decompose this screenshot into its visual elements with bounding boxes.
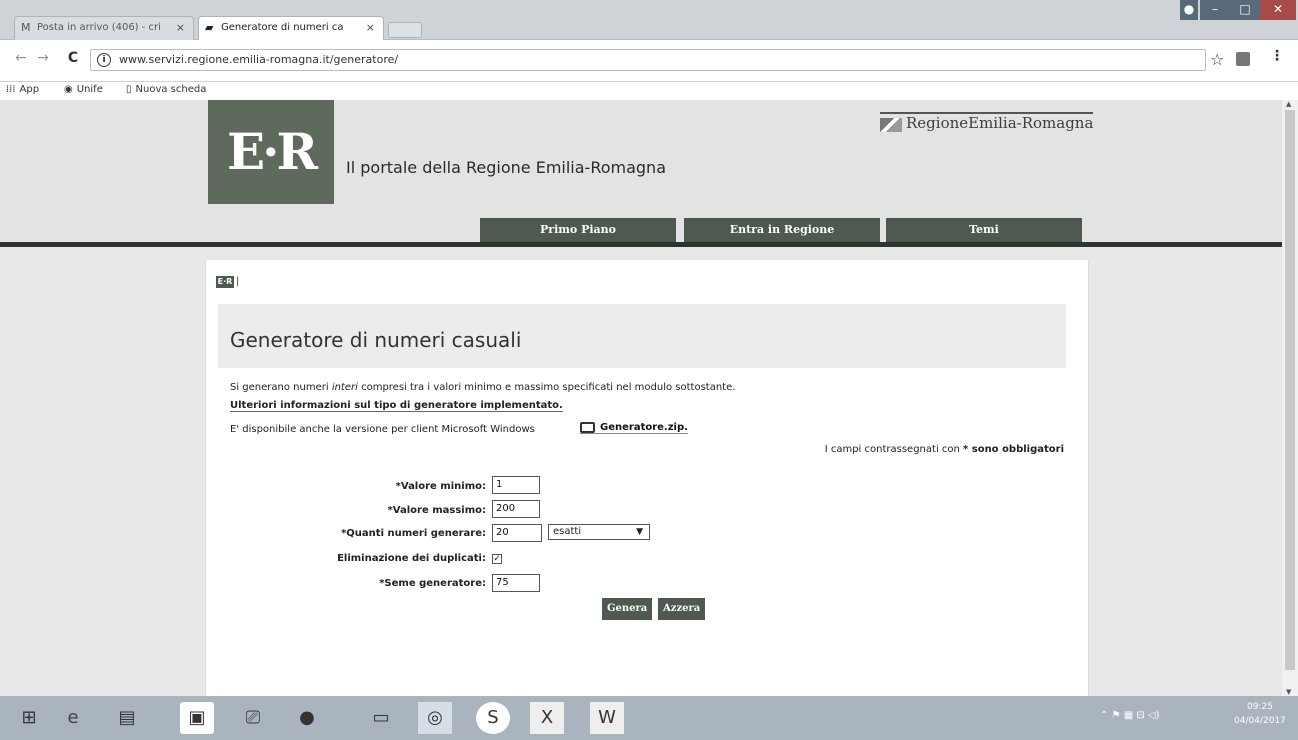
count-input[interactable]: 20: [492, 524, 542, 542]
generate-button[interactable]: Genera: [602, 598, 653, 620]
user-profile-icon[interactable]: ●: [1180, 0, 1198, 20]
file-manager-icon[interactable]: ▤: [110, 702, 144, 734]
dedup-checkbox[interactable]: ✓: [492, 554, 502, 564]
breadcrumb-separator: |: [236, 276, 240, 287]
browser-titlebar: M Posta in arrivo (406) - cri × ▰ Genera…: [0, 0, 1298, 40]
back-arrow-icon[interactable]: ←: [12, 48, 30, 68]
dropdown-arrow-icon: ▼: [636, 527, 643, 537]
page-scrollbar[interactable]: ▲ ▼: [1282, 100, 1298, 696]
url-text[interactable]: www.servizi.regione.emilia-romagna.it/ge…: [119, 53, 398, 66]
required-note-bold: * sono obbligatori: [963, 444, 1064, 455]
browser-menu-icon[interactable]: ⋮: [1270, 48, 1284, 64]
max-value-input[interactable]: 200: [492, 500, 540, 518]
taskbar: ⊞ e ▤ ▣ ⎚ ● ▭ ◎ S X W ⌃ ⚑ ▦ ⊟ ◁) 09:25 0…: [0, 696, 1298, 740]
download-zip-link[interactable]: Generatore.zip.: [580, 422, 688, 434]
browser-toolbar: ← → C i www.servizi.regione.emilia-romag…: [0, 40, 1298, 82]
nav-primo-piano[interactable]: Primo Piano: [480, 218, 676, 242]
extension-icon[interactable]: [1236, 52, 1250, 66]
bookmark-unife[interactable]: ◉ Unife: [64, 84, 103, 95]
minimize-button[interactable]: –: [1200, 0, 1230, 20]
description-text: Si generano numeri: [230, 382, 332, 393]
file-explorer-icon[interactable]: ▭: [364, 702, 398, 734]
reset-button[interactable]: Azzera: [658, 598, 706, 620]
portal-title: Il portale della Regione Emilia-Romagna: [346, 158, 666, 177]
bookmark-label: Nuova scheda: [135, 84, 207, 95]
apps-grid-icon: ⁞⁞⁞: [6, 84, 16, 95]
tab-gmail[interactable]: M Posta in arrivo (406) - cri ×: [14, 16, 194, 40]
region-logo-text: RegioneEmilia-Romagna: [906, 114, 1094, 132]
count-mode-value: esatti: [553, 526, 582, 537]
seed-label: *Seme generatore:: [379, 578, 486, 589]
address-bar[interactable]: i www.servizi.regione.emilia-romagna.it/…: [90, 49, 1206, 71]
tab-label: Generatore di numeri ca: [221, 22, 344, 33]
media-player-icon[interactable]: ●: [290, 702, 324, 734]
nav-entra-in-regione[interactable]: Entra in Regione: [684, 218, 880, 242]
page-icon: ▯: [126, 84, 132, 95]
clock[interactable]: 09:25 04/04/2017: [1234, 700, 1286, 728]
scrollbar-thumb[interactable]: [1285, 110, 1295, 670]
tab-generatore[interactable]: ▰ Generatore di numeri ca ×: [198, 16, 384, 40]
bookmark-star-icon[interactable]: ☆: [1210, 50, 1224, 69]
bookmark-label: Unife: [76, 84, 103, 95]
required-note-text: I campi contrassegnati con: [824, 444, 964, 455]
tab-label: Posta in arrivo (406) - cri: [37, 22, 161, 33]
bookmark-label: App: [19, 84, 40, 95]
max-value-label: *Valore massimo:: [387, 505, 486, 516]
gmail-icon: M: [21, 21, 31, 34]
min-value-input[interactable]: 1: [492, 476, 540, 494]
er-favicon-icon: ▰: [205, 21, 214, 34]
word-icon[interactable]: W: [590, 702, 624, 734]
unife-icon: ◉: [64, 84, 73, 95]
excel-icon[interactable]: X: [530, 702, 564, 734]
scroll-up-icon[interactable]: ▲: [1286, 100, 1291, 108]
scroll-down-icon[interactable]: ▼: [1286, 688, 1291, 696]
zip-link-label: Generatore.zip.: [600, 422, 688, 433]
site-header: E·R Il portale della Regione Emilia-Roma…: [0, 100, 1282, 242]
description-text: compresi tra i valori minimo e massimo s…: [357, 382, 736, 393]
web-page: E·R Il portale della Regione Emilia-Roma…: [0, 100, 1282, 696]
skype-icon[interactable]: S: [476, 702, 510, 734]
count-label: *Quanti numeri generare:: [341, 528, 486, 539]
info-icon[interactable]: i: [97, 53, 111, 67]
description-emphasis: interi: [331, 382, 358, 393]
bookmarks-bar: ⁞⁞⁞ App ◉ Unife ▯ Nuova scheda: [0, 82, 1298, 100]
dedup-label: Eliminazione dei duplicati:: [337, 553, 486, 564]
store-icon[interactable]: ▣: [180, 702, 214, 734]
main-content: E·R | Generatore di numeri casuali Si ge…: [205, 260, 1089, 696]
header-divider: [0, 242, 1282, 247]
more-info-link[interactable]: Ulteriori informazioni sul tipo di gener…: [230, 400, 563, 412]
close-tab-icon[interactable]: ×: [176, 17, 185, 39]
remote-desktop-icon[interactable]: ⎚: [236, 702, 270, 734]
description: Si generano numeri interi compresi tra i…: [230, 382, 735, 393]
er-logo[interactable]: E·R: [208, 100, 334, 204]
count-mode-select[interactable]: esatti ▼: [548, 524, 650, 540]
reload-icon[interactable]: C: [64, 48, 82, 68]
seed-input[interactable]: 75: [492, 574, 540, 592]
close-tab-icon[interactable]: ×: [366, 17, 375, 39]
forward-arrow-icon[interactable]: →: [34, 48, 52, 68]
internet-explorer-icon[interactable]: e: [56, 702, 90, 734]
breadcrumb-logo[interactable]: E·R: [216, 276, 234, 288]
nav-temi[interactable]: Temi: [886, 218, 1082, 242]
clock-date: 04/04/2017: [1234, 716, 1286, 726]
new-tab-button[interactable]: [388, 22, 422, 38]
clock-time: 09:25: [1246, 702, 1273, 712]
bookmark-app[interactable]: ⁞⁞⁞ App: [6, 84, 39, 95]
monitor-icon: [580, 422, 595, 433]
system-tray[interactable]: ⌃ ⚑ ▦ ⊟ ◁): [1100, 710, 1159, 721]
maximize-button[interactable]: □: [1230, 0, 1260, 20]
min-value-label: *Valore minimo:: [395, 481, 486, 492]
windows-start-icon[interactable]: ⊞: [12, 702, 46, 734]
bookmark-nuova-scheda[interactable]: ▯ Nuova scheda: [126, 84, 206, 95]
region-flag-icon: [880, 118, 902, 132]
page-title: Generatore di numeri casuali: [230, 328, 522, 352]
region-logo[interactable]: RegioneEmilia-Romagna: [880, 112, 1094, 136]
client-version-text: E' disponibile anche la versione per cli…: [230, 424, 535, 435]
required-fields-note: I campi contrassegnati con * sono obblig…: [825, 444, 1064, 455]
chrome-icon[interactable]: ◎: [418, 702, 452, 734]
page-title-box: Generatore di numeri casuali: [218, 304, 1066, 368]
close-window-button[interactable]: ✕: [1260, 0, 1296, 20]
